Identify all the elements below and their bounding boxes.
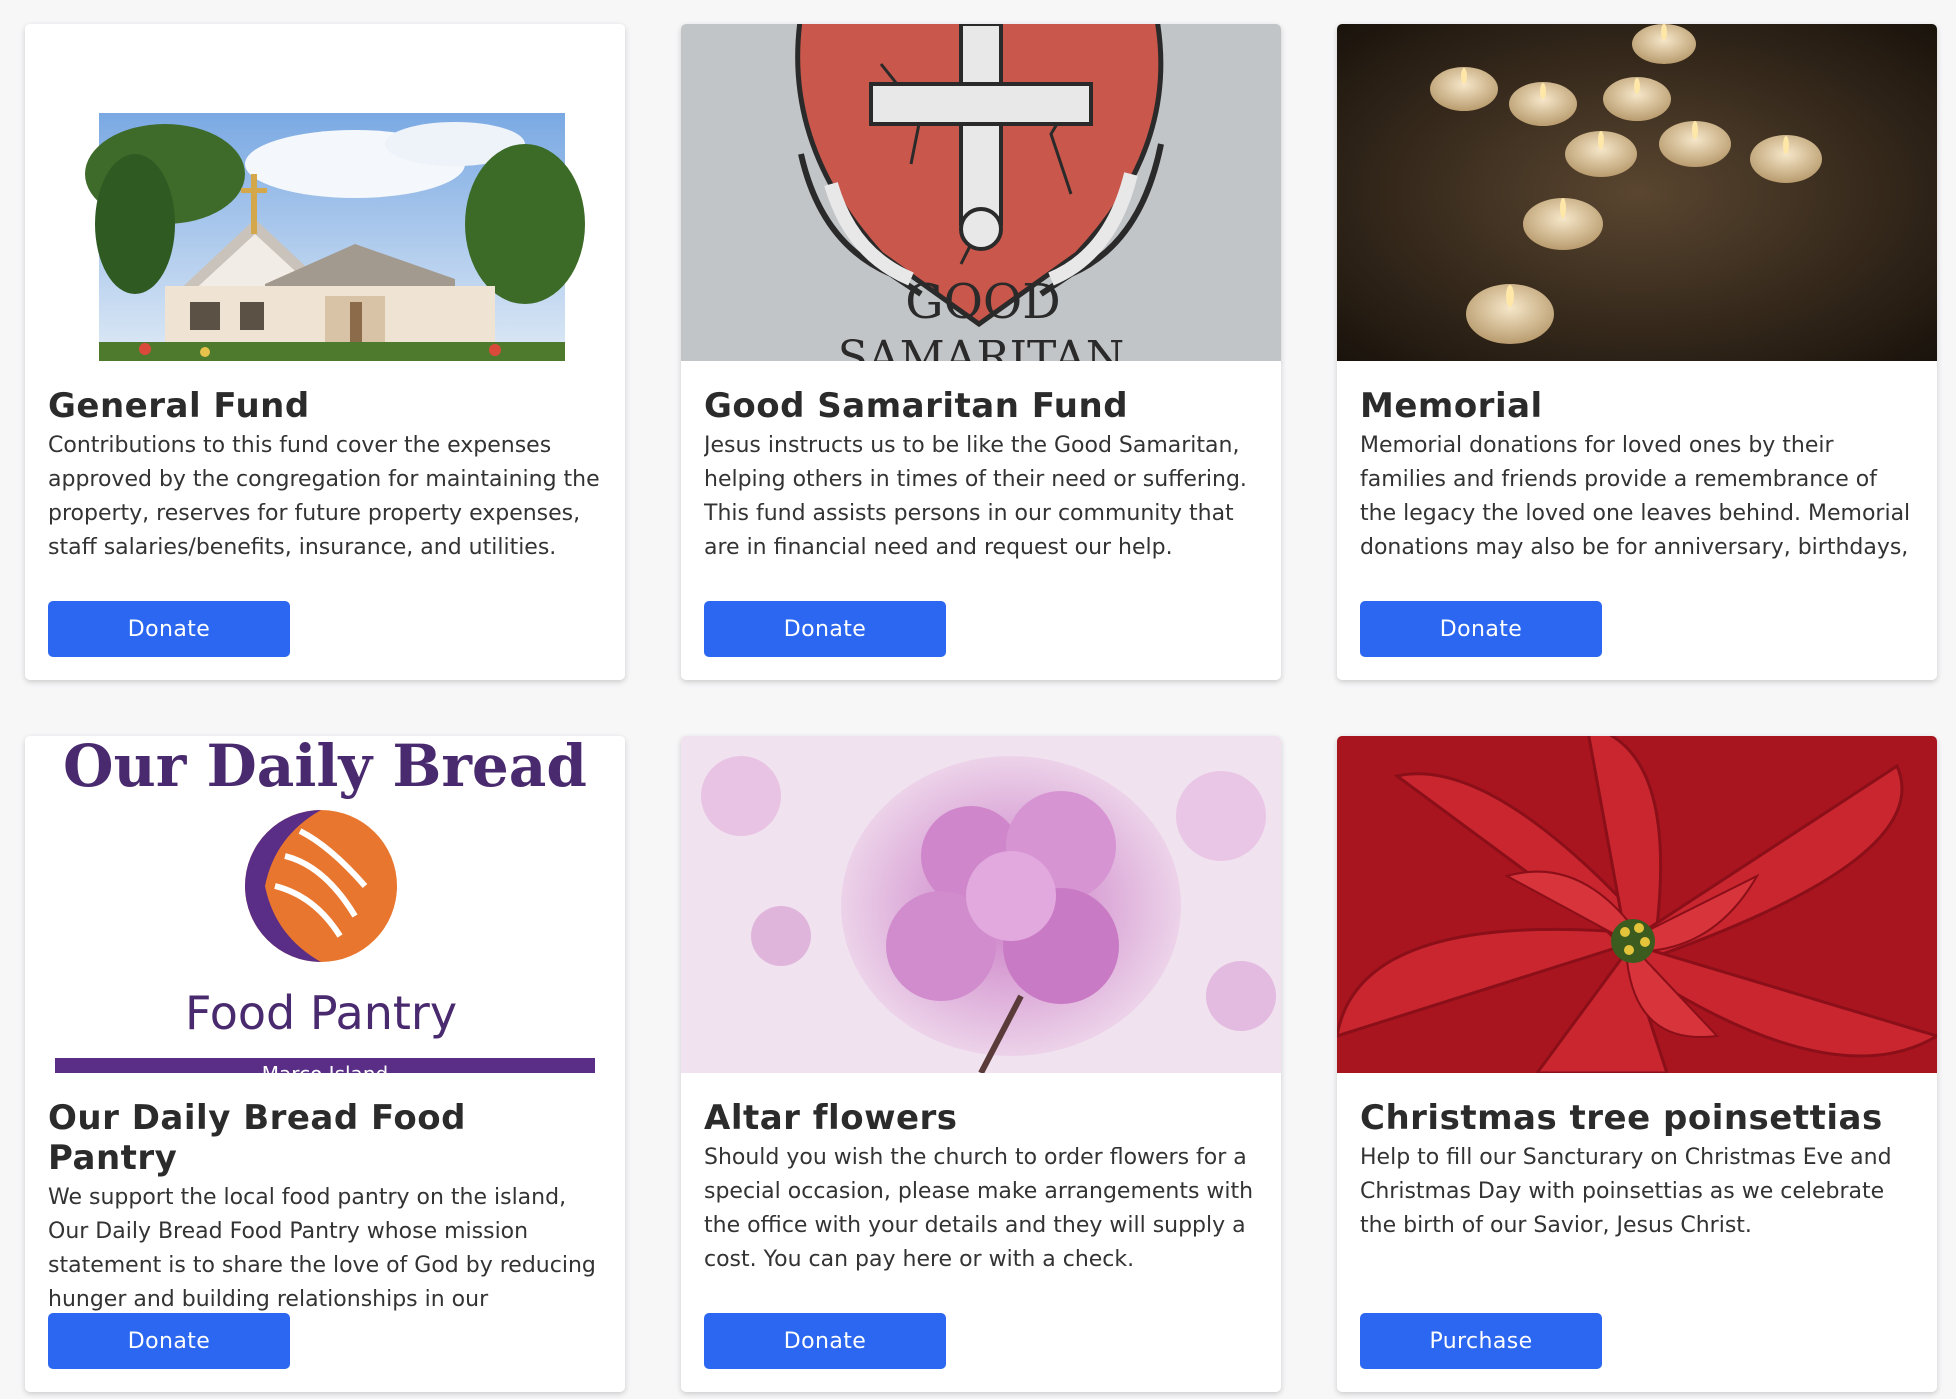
purchase-button[interactable]: Purchase (1360, 1313, 1602, 1369)
good-samaritan-logo-image: GOOD SAMARITAN (681, 24, 1281, 361)
logo-text-food-pantry: Food Pantry (185, 986, 457, 1040)
church-building-image (25, 24, 625, 361)
candles-image (1337, 24, 1937, 361)
donate-button[interactable]: Donate (1360, 601, 1602, 657)
donation-card-good-samaritan-fund: GOOD SAMARITAN Good Samaritan Fund Jesus… (681, 24, 1281, 680)
donation-card-food-pantry: Our Daily Bread Food Pantry Marco Island… (25, 736, 625, 1392)
pink-flowers-image (681, 736, 1281, 1073)
card-title: Memorial (1360, 386, 1543, 426)
card-description: We support the local food pantry on the … (48, 1185, 596, 1312)
card-description: Contributions to this fund cover the exp… (48, 433, 600, 560)
donate-button[interactable]: Donate (48, 1313, 290, 1369)
card-description: Memorial donations for loved ones by the… (1360, 433, 1911, 560)
logo-text-good: GOOD (905, 274, 1061, 330)
logo-text-our-daily-bread: Our Daily Bread (63, 736, 587, 800)
donate-button[interactable]: Donate (704, 601, 946, 657)
card-description: Help to fill our Sancturary on Christmas… (1360, 1145, 1892, 1238)
donation-card-general-fund: General Fund Contributions to this fund … (25, 24, 625, 680)
card-description: Jesus instructs us to be like the Good S… (704, 433, 1247, 560)
donation-card-memorial: Memorial Memorial donations for loved on… (1337, 24, 1937, 680)
card-title: General Fund (48, 386, 310, 426)
donation-card-grid: General Fund Contributions to this fund … (25, 24, 1937, 1392)
food-pantry-logo-image: Our Daily Bread Food Pantry Marco Island (25, 736, 625, 1073)
logo-text-marco-island: Marco Island (262, 1062, 388, 1073)
donation-card-altar-flowers: Altar flowers Should you wish the church… (681, 736, 1281, 1392)
donate-button[interactable]: Donate (48, 601, 290, 657)
card-title: Altar flowers (704, 1098, 958, 1138)
card-title: Good Samaritan Fund (704, 386, 1129, 426)
donate-button[interactable]: Donate (704, 1313, 946, 1369)
donation-card-poinsettias: Christmas tree poinsettias Help to fill … (1337, 736, 1937, 1392)
card-description: Should you wish the church to order flow… (704, 1145, 1254, 1272)
poinsettia-image (1337, 736, 1937, 1073)
logo-text-samaritan: SAMARITAN (838, 332, 1124, 361)
card-title: Our Daily Bread Food Pantry (48, 1098, 466, 1178)
card-title: Christmas tree poinsettias (1360, 1098, 1883, 1138)
